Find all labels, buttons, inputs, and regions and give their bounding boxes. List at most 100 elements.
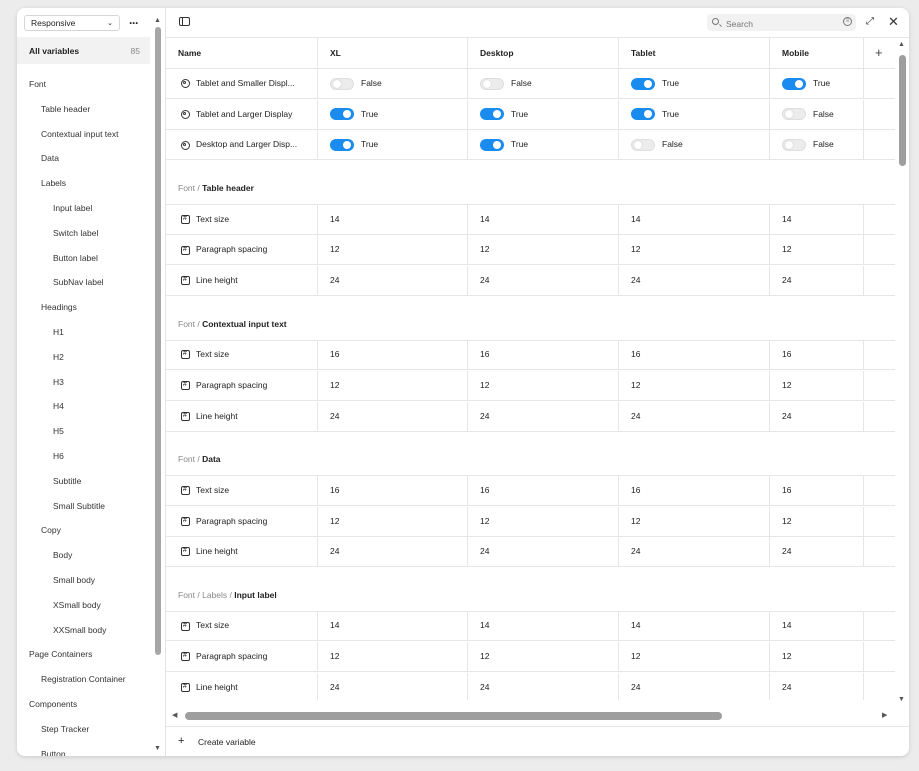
value-cell-desktop[interactable]: 12 <box>467 642 618 673</box>
table-row[interactable]: Tablet and Smaller Displ... False False Tru… <box>166 69 895 99</box>
value-cell-tablet[interactable]: True <box>618 99 769 130</box>
value-cell-tablet[interactable]: 12 <box>618 370 769 401</box>
plus-icon[interactable]: + <box>178 735 184 747</box>
table-row[interactable]: Paragraph spacing12121212 <box>166 506 895 537</box>
toggle-switch[interactable] <box>330 77 354 90</box>
value-cell-mobile[interactable]: 24 <box>769 672 863 700</box>
table-row[interactable]: Line height24242424 <box>166 266 895 296</box>
toggle-switch[interactable] <box>631 139 655 152</box>
table-row[interactable]: Text size16161616 <box>166 475 895 506</box>
toggle-switch[interactable] <box>782 108 806 121</box>
sidebar-item[interactable]: Input label <box>17 196 157 221</box>
value-cell-tablet[interactable]: 16 <box>618 340 769 371</box>
column-header-name[interactable]: Name <box>166 38 317 68</box>
sidebar-item[interactable]: H1 <box>17 320 157 345</box>
sidebar-item[interactable]: H6 <box>17 444 157 469</box>
column-header-desktop[interactable]: Desktop <box>467 38 618 68</box>
value-cell-desktop[interactable]: 14 <box>467 204 618 235</box>
scroll-left-arrow-icon[interactable]: ◀ <box>172 711 177 719</box>
toggle-switch[interactable] <box>480 108 504 121</box>
toggle-switch[interactable] <box>631 77 655 90</box>
toggle-switch[interactable] <box>480 77 504 90</box>
value-cell-xl[interactable]: 24 <box>317 537 467 568</box>
sidebar-item[interactable]: H5 <box>17 419 157 444</box>
sidebar-item[interactable]: Button label <box>17 246 157 271</box>
sidebar-item[interactable]: Body <box>17 543 157 568</box>
sidebar-item[interactable]: Button <box>17 742 157 756</box>
sidebar-item[interactable]: Labels <box>17 171 157 196</box>
value-cell-xl[interactable]: 24 <box>317 266 467 296</box>
variable-name-cell[interactable]: Desktop and Larger Disp... <box>166 130 317 160</box>
search-box[interactable]: ≡ <box>707 14 856 31</box>
value-cell-desktop[interactable]: 24 <box>467 401 618 432</box>
variable-name-cell[interactable]: Paragraph spacing <box>166 371 317 401</box>
scroll-right-arrow-icon[interactable]: ▶ <box>882 711 887 719</box>
table-row[interactable]: Text size14141414 <box>166 204 895 235</box>
mode-select[interactable]: Responsive ⌄ <box>24 14 120 31</box>
value-cell-tablet[interactable]: 12 <box>618 506 769 537</box>
sidebar-item[interactable]: Table header <box>17 97 157 122</box>
variable-name-cell[interactable]: Line height <box>166 673 317 700</box>
table-row[interactable]: Line height24242424 <box>166 401 895 432</box>
toggle-switch[interactable] <box>330 108 354 121</box>
value-cell-desktop[interactable]: 24 <box>467 537 618 568</box>
value-cell-xl[interactable]: 12 <box>317 506 467 537</box>
sidebar-item[interactable]: XXSmall body <box>17 618 157 643</box>
value-cell-tablet[interactable]: 24 <box>618 401 769 432</box>
column-header-tablet[interactable]: Tablet <box>618 38 769 68</box>
value-cell-tablet[interactable]: 24 <box>618 537 769 568</box>
sidebar-scroll-thumb[interactable] <box>155 27 161 655</box>
column-header-xl[interactable]: XL <box>317 38 467 68</box>
value-cell-mobile[interactable]: False <box>769 99 863 130</box>
sidebar-item[interactable]: Small body <box>17 568 157 593</box>
variable-name-cell[interactable]: Text size <box>166 205 317 235</box>
scroll-up-arrow-icon[interactable]: ▲ <box>898 41 905 48</box>
create-variable-button[interactable]: Create variable <box>198 737 256 747</box>
scroll-down-arrow-icon[interactable]: ▼ <box>154 745 161 752</box>
value-cell-xl[interactable]: True <box>317 130 467 161</box>
value-cell-desktop[interactable]: 12 <box>467 506 618 537</box>
sidebar-item[interactable]: Switch label <box>17 221 157 246</box>
value-cell-mobile[interactable]: 24 <box>769 401 863 432</box>
value-cell-mobile[interactable]: True <box>769 69 863 99</box>
sidebar-item[interactable]: Headings <box>17 295 157 320</box>
table-row[interactable]: Desktop and Larger Disp... True True False F… <box>166 130 895 161</box>
value-cell-mobile[interactable]: 12 <box>769 506 863 537</box>
value-cell-mobile[interactable]: 24 <box>769 537 863 568</box>
value-cell-xl[interactable]: False <box>317 69 467 99</box>
value-cell-desktop[interactable]: False <box>467 69 618 99</box>
value-cell-tablet[interactable]: 12 <box>618 235 769 266</box>
variable-name-cell[interactable]: Line height <box>166 266 317 296</box>
value-cell-desktop[interactable]: 12 <box>467 370 618 401</box>
variable-name-cell[interactable]: Text size <box>166 340 317 370</box>
toggle-switch[interactable] <box>631 108 655 121</box>
value-cell-desktop[interactable]: 16 <box>467 340 618 371</box>
value-cell-mobile[interactable]: 14 <box>769 204 863 235</box>
value-cell-xl[interactable]: 12 <box>317 642 467 673</box>
expand-icon[interactable]: ⤢ <box>866 16 874 27</box>
sidebar-item[interactable]: Page Containers <box>17 642 157 667</box>
vertical-scrollbar[interactable]: ▲ ▼ <box>895 38 909 706</box>
value-cell-desktop[interactable]: 12 <box>467 235 618 266</box>
table-row[interactable]: Line height24242424 <box>166 672 895 700</box>
sidebar-item[interactable]: XSmall body <box>17 593 157 618</box>
sidebar-item[interactable]: Font <box>17 72 157 97</box>
value-cell-desktop[interactable]: 16 <box>467 475 618 506</box>
value-cell-mobile[interactable]: 12 <box>769 642 863 673</box>
value-cell-desktop[interactable]: 14 <box>467 611 618 642</box>
value-cell-mobile[interactable]: False <box>769 130 863 161</box>
horizontal-scroll-thumb[interactable] <box>185 712 722 720</box>
value-cell-xl[interactable]: 12 <box>317 370 467 401</box>
value-cell-tablet[interactable]: False <box>618 130 769 161</box>
value-cell-tablet[interactable]: 24 <box>618 266 769 296</box>
variable-name-cell[interactable]: Tablet and Smaller Displ... <box>166 69 317 99</box>
vertical-scroll-thumb[interactable] <box>899 55 906 166</box>
table-row[interactable]: Paragraph spacing12121212 <box>166 642 895 673</box>
sidebar-item[interactable]: Data <box>17 146 157 171</box>
sidebar-item[interactable]: Copy <box>17 518 157 543</box>
value-cell-xl[interactable]: 16 <box>317 340 467 371</box>
variable-name-cell[interactable]: Paragraph spacing <box>166 507 317 537</box>
value-cell-tablet[interactable]: 16 <box>618 475 769 506</box>
toggle-switch[interactable] <box>782 77 806 90</box>
value-cell-desktop[interactable]: 24 <box>467 266 618 296</box>
